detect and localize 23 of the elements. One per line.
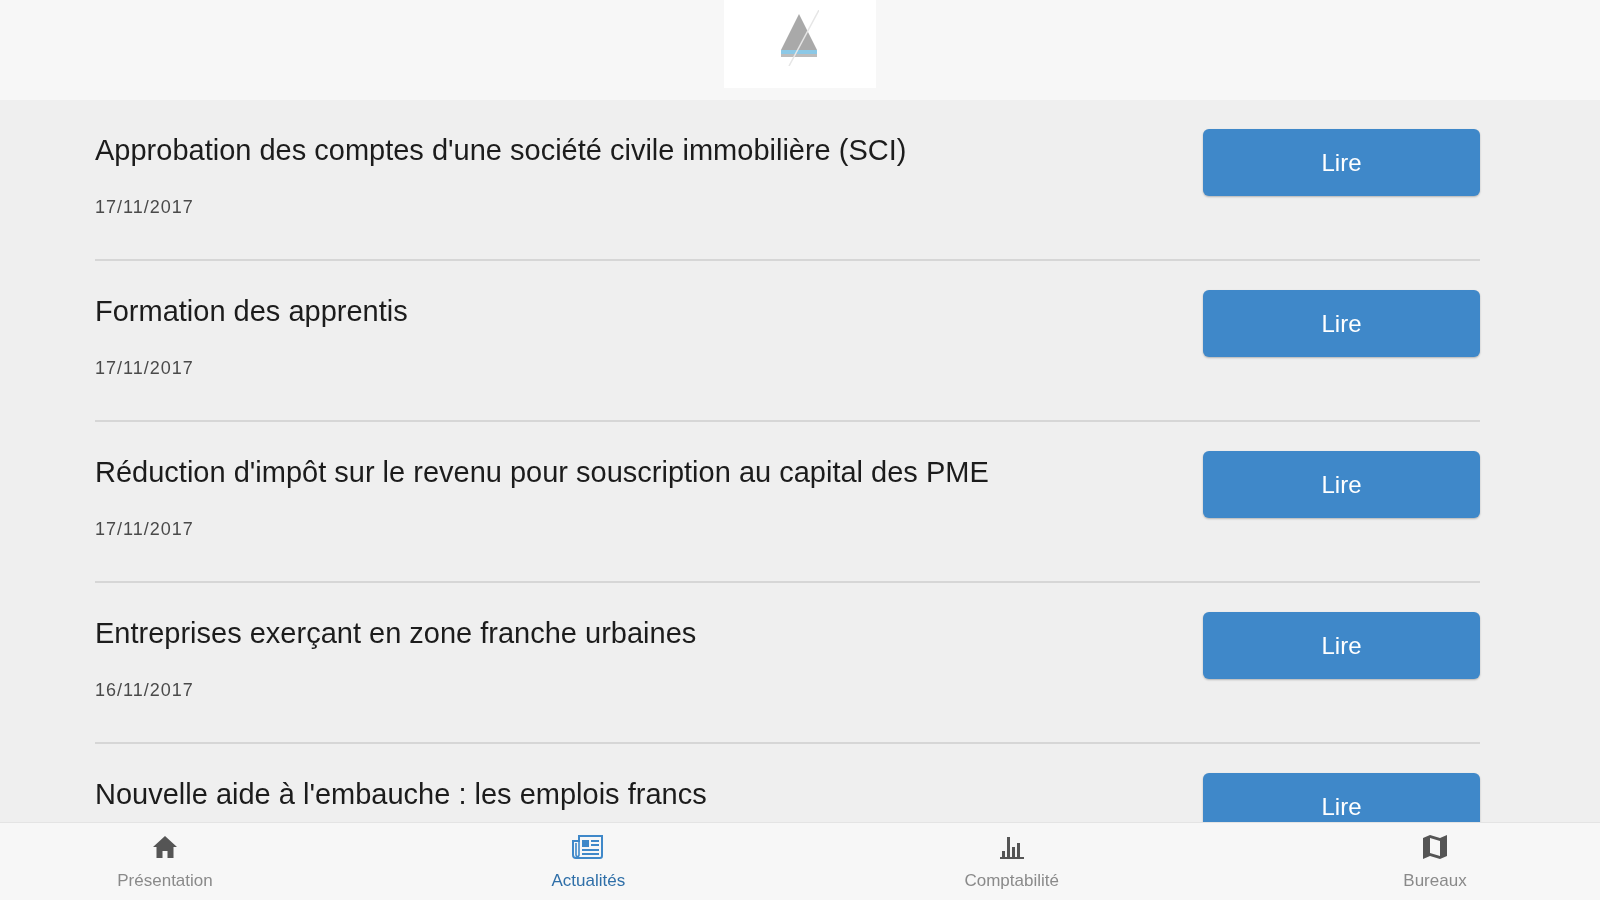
bar-chart-icon <box>998 835 1025 859</box>
read-button[interactable]: Lire <box>1203 451 1480 518</box>
article-date: 17/11/2017 <box>95 196 194 218</box>
newspaper-icon <box>572 834 605 860</box>
article-title: Approbation des comptes d'une société civile immobilière (SCI) <box>95 134 907 166</box>
logo <box>781 10 819 66</box>
read-button[interactable]: Lire <box>1203 612 1480 679</box>
read-button[interactable]: Lire <box>1203 290 1480 357</box>
home-icon <box>152 835 178 859</box>
map-icon <box>1422 834 1448 860</box>
nav-tab[interactable]: Actualités <box>423 823 754 900</box>
read-button[interactable]: Lire <box>1203 129 1480 196</box>
nav-tab[interactable]: Bureaux <box>1270 823 1600 900</box>
article-title: Entreprises exerçant en zone franche urbaines <box>95 617 697 649</box>
read-button[interactable]: Lire <box>1203 773 1480 822</box>
article-title: Réduction d'impôt sur le revenu pour souscription au capital des PME <box>95 456 989 488</box>
article-title: Nouvelle aide à l'embauche : les emplois francs <box>95 778 707 810</box>
nav-tab[interactable]: Comptabilité <box>846 823 1177 900</box>
article-date: 17/11/2017 <box>95 357 194 379</box>
nav-tab[interactable]: Présentation <box>0 823 330 900</box>
article-title: Formation des apprentis <box>95 295 408 327</box>
article-date: 16/11/2017 <box>95 679 194 701</box>
article-date: 17/11/2017 <box>95 518 194 540</box>
